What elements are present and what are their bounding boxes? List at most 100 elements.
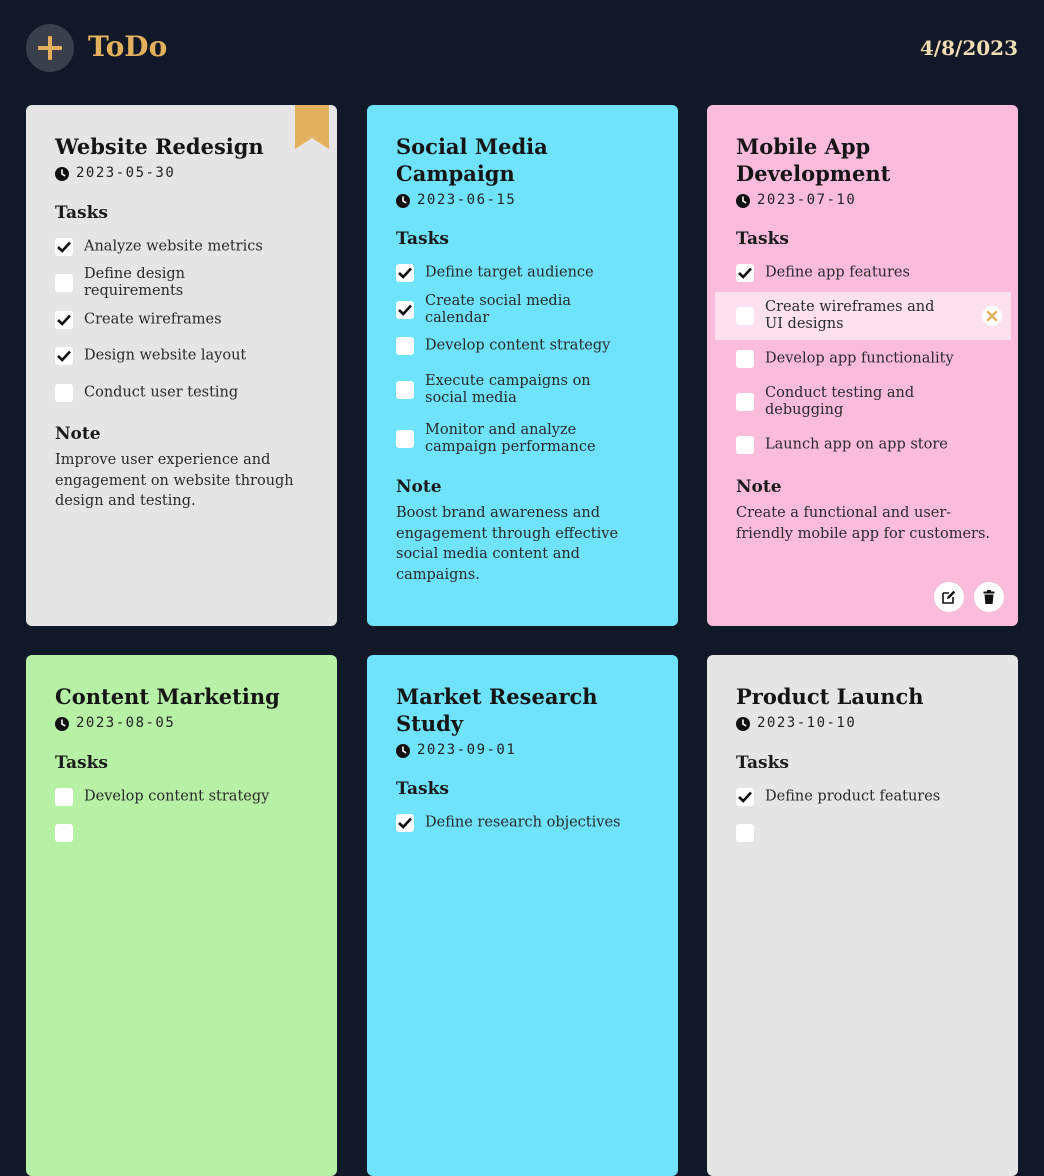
- task-item[interactable]: Execute campaigns on social media: [396, 373, 656, 407]
- task-checkbox[interactable]: [736, 824, 754, 842]
- task-checkbox[interactable]: [736, 393, 754, 411]
- todo-card[interactable]: Social Media Campaign 2023-06-15 Tasks D…: [367, 105, 678, 626]
- remove-task-button[interactable]: [982, 306, 1002, 326]
- task-item[interactable]: Define product features: [736, 782, 996, 812]
- checkmark-icon: [398, 304, 412, 316]
- card-title: Social Media Campaign: [396, 134, 548, 186]
- bookmark-icon[interactable]: [295, 105, 329, 149]
- task-checkbox[interactable]: [736, 436, 754, 454]
- task-item[interactable]: Monitor and analyze campaign performance: [396, 422, 656, 456]
- task-label: Conduct user testing: [84, 384, 239, 401]
- current-date: 4/8/2023: [919, 36, 1018, 60]
- task-checkbox[interactable]: [55, 311, 73, 329]
- note-text: Boost brand awareness and engagement thr…: [396, 505, 619, 583]
- task-label: Design website layout: [84, 347, 247, 364]
- clock-icon: [736, 194, 750, 208]
- task-checkbox[interactable]: [736, 307, 754, 325]
- task-label: Create wireframes and UI designs: [765, 299, 935, 332]
- task-item[interactable]: Develop content strategy: [396, 331, 656, 361]
- card-title: Market Research Study: [396, 684, 598, 736]
- app-title: ToDo: [88, 30, 168, 63]
- tasks-heading: Tasks: [736, 753, 789, 773]
- task-item[interactable]: Design website layout: [55, 341, 315, 371]
- tasks-heading: Tasks: [55, 753, 108, 773]
- edit-icon: [942, 590, 956, 604]
- card-title: Product Launch: [736, 684, 924, 709]
- task-label: Launch app on app store: [765, 436, 948, 453]
- edit-button[interactable]: [934, 582, 964, 612]
- task-checkbox[interactable]: [736, 264, 754, 282]
- note-heading: Note: [736, 477, 782, 497]
- task-item[interactable]: Define design requirements: [55, 266, 315, 299]
- task-item[interactable]: Conduct user testing: [55, 378, 315, 408]
- task-checkbox[interactable]: [55, 347, 73, 365]
- todo-card[interactable]: Market Research Study 2023-09-01 Tasks D…: [367, 655, 678, 1176]
- due-date-text: 2023-08-05: [76, 715, 176, 731]
- task-checkbox[interactable]: [396, 264, 414, 282]
- clock-icon: [55, 717, 69, 731]
- note-heading: Note: [396, 477, 442, 497]
- task-item[interactable]: Conduct testing and debugging: [736, 385, 996, 419]
- note-heading: Note: [55, 424, 101, 444]
- checkmark-icon: [738, 791, 752, 803]
- task-item[interactable]: Define research objectives: [396, 808, 656, 838]
- due-date-text: 2023-05-30: [76, 165, 176, 181]
- task-item[interactable]: [736, 818, 996, 848]
- task-label: Define product features: [765, 788, 941, 805]
- task-item[interactable]: Analyze website metrics: [55, 232, 315, 262]
- task-item[interactable]: Create wireframes: [55, 305, 315, 335]
- todo-card[interactable]: Content Marketing 2023-08-05 Tasks Devel…: [26, 655, 337, 1176]
- delete-button[interactable]: [974, 582, 1004, 612]
- task-label: Define target audience: [425, 264, 594, 281]
- todo-card[interactable]: Mobile App Development 2023-07-10 Tasks …: [707, 105, 1018, 626]
- task-item[interactable]: Develop content strategy: [55, 782, 315, 812]
- task-label: Create wireframes: [84, 311, 222, 328]
- note-text: Create a functional and user-friendly mo…: [736, 505, 991, 542]
- clock-icon: [396, 194, 410, 208]
- task-checkbox[interactable]: [396, 430, 414, 448]
- task-checkbox[interactable]: [736, 350, 754, 368]
- due-date-text: 2023-09-01: [417, 742, 517, 758]
- task-checkbox[interactable]: [55, 384, 73, 402]
- app-header: ToDo 4/8/2023: [26, 24, 1018, 72]
- task-checkbox[interactable]: [55, 788, 73, 806]
- close-icon: [986, 310, 998, 322]
- task-checkbox[interactable]: [55, 238, 73, 256]
- task-item[interactable]: Define app features: [736, 258, 996, 288]
- task-item[interactable]: Launch app on app store: [736, 430, 996, 460]
- task-item[interactable]: Develop app functionality: [736, 344, 996, 374]
- task-label: Define design requirements: [84, 266, 185, 299]
- checkmark-icon: [57, 350, 71, 362]
- task-checkbox[interactable]: [396, 381, 414, 399]
- task-checkbox[interactable]: [55, 274, 73, 292]
- due-date-text: 2023-07-10: [757, 192, 857, 208]
- task-checkbox[interactable]: [396, 337, 414, 355]
- note-text: Improve user experience and engagement o…: [55, 452, 294, 509]
- clock-icon: [396, 744, 410, 758]
- task-checkbox[interactable]: [736, 788, 754, 806]
- task-item[interactable]: Create social media calendar: [396, 293, 656, 326]
- task-label: Conduct testing and debugging: [765, 385, 915, 418]
- task-label: Define research objectives: [425, 814, 621, 831]
- task-checkbox[interactable]: [396, 814, 414, 832]
- checkmark-icon: [398, 267, 412, 279]
- card-title: Content Marketing: [55, 684, 280, 709]
- task-checkbox[interactable]: [55, 824, 73, 842]
- task-item-hovered[interactable]: Create wireframes and UI designs: [715, 292, 1011, 340]
- tasks-heading: Tasks: [396, 779, 449, 799]
- due-date-text: 2023-06-15: [417, 192, 517, 208]
- trash-icon: [983, 590, 995, 604]
- checkmark-icon: [398, 817, 412, 829]
- task-item[interactable]: Define target audience: [396, 258, 656, 288]
- add-todo-button[interactable]: [26, 24, 74, 72]
- task-label: Develop app functionality: [765, 350, 954, 367]
- checkmark-icon: [57, 241, 71, 253]
- task-checkbox[interactable]: [396, 301, 414, 319]
- task-item[interactable]: [55, 818, 315, 848]
- checkmark-icon: [738, 267, 752, 279]
- due-date-text: 2023-10-10: [757, 715, 857, 731]
- tasks-heading: Tasks: [736, 229, 789, 249]
- task-label: Create social media calendar: [425, 293, 571, 326]
- todo-card[interactable]: Product Launch 2023-10-10 Tasks Define p…: [707, 655, 1018, 1176]
- todo-card[interactable]: Website Redesign 2023-05-30 Tasks Analyz…: [26, 105, 337, 626]
